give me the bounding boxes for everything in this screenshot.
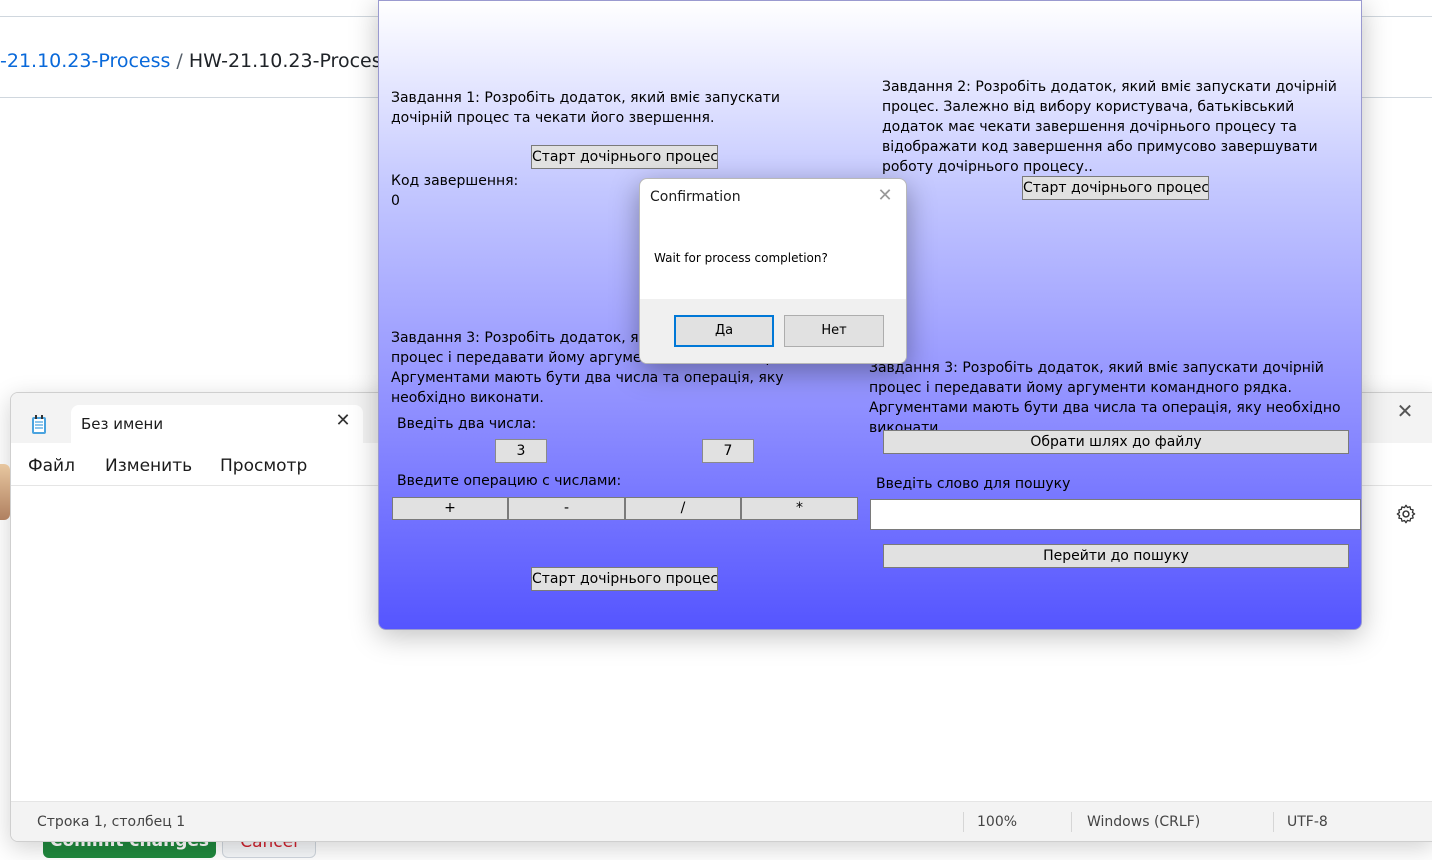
task3-right-description: Завдання 3: Розробіть додаток, який вміє…	[869, 360, 1341, 436]
dialog-title: Confirmation	[650, 189, 741, 205]
menu-view[interactable]: Просмотр	[220, 456, 307, 476]
cursor-position: Строка 1, столбец 1	[37, 814, 186, 830]
operation-label: Введите операцию с числами:	[397, 473, 622, 489]
encoding: UTF-8	[1287, 814, 1328, 830]
operation-multiply-button[interactable]: *	[741, 497, 858, 520]
breadcrumb-current: HW-21.10.23-Process	[188, 50, 392, 72]
task2-start-button[interactable]: Старт дочірнього процесу	[1022, 176, 1209, 200]
status-divider	[1273, 812, 1274, 832]
avatar	[0, 464, 10, 520]
confirmation-dialog: Confirmation ✕ Wait for process completi…	[639, 178, 907, 364]
breadcrumb: -21.10.23-Process / HW-21.10.23-Process	[0, 50, 392, 72]
no-button[interactable]: Нет	[784, 315, 884, 347]
notepad-app-icon	[32, 415, 46, 434]
operation-divide-button[interactable]: /	[625, 497, 741, 520]
exit-code-label: Код завершення:	[391, 173, 519, 189]
notepad-tab[interactable]: Без имени ✕	[71, 405, 363, 443]
exit-code-value: 0	[391, 193, 400, 209]
task1-description: Завдання 1: Розробіть додаток, який вміє…	[391, 90, 780, 126]
dialog-close-icon[interactable]: ✕	[874, 185, 896, 207]
task1-start-button[interactable]: Старт дочірнього процесу	[531, 145, 718, 169]
status-divider	[963, 812, 964, 832]
go-to-search-button[interactable]: Перейти до пошуку	[883, 544, 1349, 568]
search-word-input[interactable]	[870, 499, 1361, 530]
yes-button[interactable]: Да	[674, 315, 774, 347]
line-endings: Windows (CRLF)	[1087, 814, 1201, 830]
dialog-message: Wait for process completion?	[654, 251, 828, 265]
notepad-statusbar: Строка 1, столбец 1 100% Windows (CRLF) …	[11, 801, 1432, 841]
settings-gear-icon[interactable]	[1395, 503, 1417, 525]
number1-field[interactable]: 3	[495, 439, 547, 463]
menu-edit[interactable]: Изменить	[105, 456, 192, 476]
status-divider	[1071, 812, 1072, 832]
operation-minus-button[interactable]: -	[508, 497, 625, 520]
breadcrumb-separator: /	[176, 50, 183, 72]
menu-file[interactable]: Файл	[28, 456, 75, 476]
operation-plus-button[interactable]: +	[392, 497, 508, 520]
breadcrumb-parent-link[interactable]: -21.10.23-Process	[0, 50, 170, 72]
numbers-label: Введіть два числа:	[397, 416, 537, 432]
search-word-label: Введіть слово для пошуку	[876, 476, 1071, 492]
tab-close-icon[interactable]: ✕	[333, 411, 353, 431]
notepad-tab-title: Без имени	[81, 415, 164, 433]
task2-description: Завдання 2: Розробіть додаток, який вміє…	[882, 79, 1337, 175]
zoom-level: 100%	[977, 814, 1018, 830]
number2-field[interactable]: 7	[702, 439, 754, 463]
task3-start-button[interactable]: Старт дочірнього процесу	[531, 567, 718, 591]
window-close-icon[interactable]: ✕	[1393, 399, 1417, 423]
choose-file-path-button[interactable]: Обрати шлях до файлу	[883, 430, 1349, 454]
